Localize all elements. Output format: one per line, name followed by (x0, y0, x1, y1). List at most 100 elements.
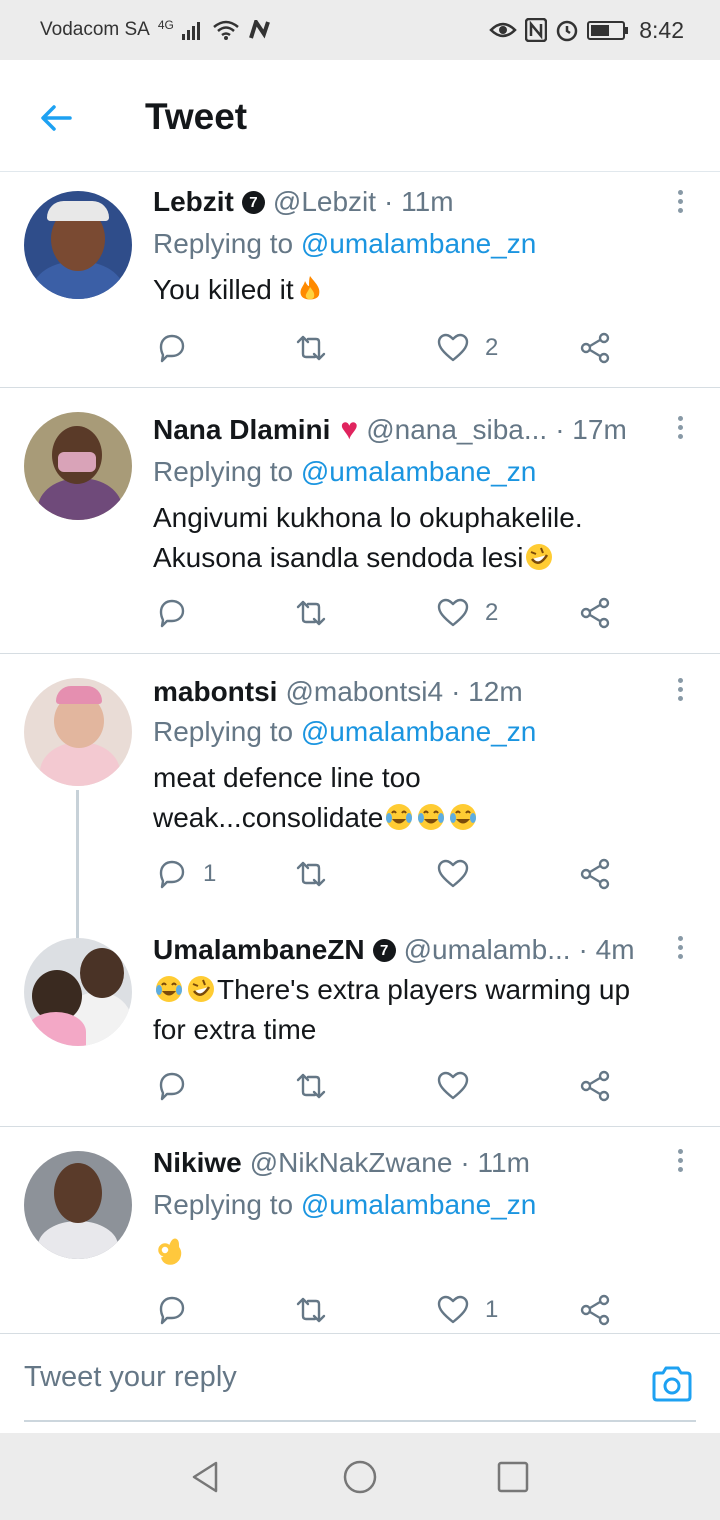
more-options-icon[interactable] (676, 190, 684, 220)
tweet-text-line: There's extra players warming up (217, 974, 631, 1005)
tweet-umalambanezn[interactable]: UmalambaneZN 7 @umalamb... · 4m There's … (0, 924, 720, 1126)
reply-button[interactable] (153, 1290, 203, 1330)
avatar[interactable] (24, 938, 132, 1046)
tweet-text (153, 1231, 693, 1271)
display-name[interactable]: Lebzit (153, 186, 234, 218)
retweet-button[interactable] (293, 1290, 329, 1330)
camera-icon[interactable] (650, 1364, 694, 1404)
heart-icon (437, 333, 469, 362)
tweet-nikiwe[interactable]: Nikiwe @NikNakZwane · 11m Replying to @u… (0, 1127, 720, 1333)
user-handle[interactable]: @NikNakZwane (250, 1147, 453, 1179)
share-button[interactable] (577, 854, 613, 894)
tweet-text-line: Akusona isandla sendoda lesi (153, 542, 524, 573)
retweet-button[interactable] (293, 328, 329, 368)
reply-icon (159, 1072, 185, 1101)
replying-to: Replying to @umalambane_zn (153, 228, 536, 260)
like-button[interactable] (435, 854, 485, 894)
tweet-time: · 4m (578, 934, 635, 965)
avatar[interactable] (24, 191, 132, 299)
replying-label: Replying to (153, 228, 294, 259)
like-button[interactable]: 1 (435, 1290, 498, 1330)
share-icon (580, 332, 610, 364)
display-name[interactable]: Nikiwe (153, 1147, 242, 1179)
eye-icon (489, 22, 518, 38)
reply-icon (159, 599, 185, 628)
rolling-on-floor-laughing-emoji-icon (188, 976, 214, 1002)
reply-button[interactable] (153, 328, 203, 368)
reply-placeholder: Tweet your reply (24, 1360, 237, 1393)
retweet-icon (296, 1297, 326, 1323)
display-name[interactable]: mabontsi (153, 676, 277, 708)
reply-count: 1 (203, 860, 217, 887)
user-handle[interactable]: @mabontsi4 (285, 676, 443, 708)
display-name[interactable]: UmalambaneZN (153, 934, 365, 966)
user-handle[interactable]: @nana_siba... (366, 414, 547, 446)
replying-label: Replying to (153, 1189, 294, 1220)
replying-label: Replying to (153, 716, 294, 747)
avatar[interactable] (24, 412, 132, 520)
tweet-header: Lebzit 7 @Lebzit · 11m (153, 186, 454, 218)
circle-home-icon[interactable] (342, 1459, 378, 1495)
tweet-lebzit[interactable]: Lebzit 7 @Lebzit · 11m Replying to @umal… (0, 172, 720, 387)
reply-icon (159, 860, 185, 889)
tweet-text-line: meat defence line too (153, 762, 421, 793)
retweet-button[interactable] (293, 1066, 329, 1106)
tears-of-joy-emoji-icon (418, 804, 445, 830)
tweet-actions: 1 (153, 1290, 623, 1330)
like-button[interactable] (435, 1066, 485, 1106)
display-name[interactable]: Nana Dlamini (153, 414, 330, 446)
share-button[interactable] (577, 593, 613, 633)
mention-link[interactable]: @umalambane_zn (301, 716, 536, 747)
verified-badge-icon: 7 (241, 190, 265, 214)
battery-icon (587, 20, 629, 40)
heart-icon (437, 598, 469, 627)
mention-link[interactable]: @umalambane_zn (301, 1189, 536, 1220)
reply-button[interactable]: 1 (153, 854, 216, 894)
replying-label: Replying to (153, 456, 294, 487)
arrow-left-icon[interactable] (36, 98, 76, 138)
network-type: 4G (157, 18, 174, 32)
share-button[interactable] (577, 1290, 613, 1330)
mention-link[interactable]: @umalambane_zn (301, 228, 536, 259)
reply-input[interactable]: Tweet your reply (24, 1334, 696, 1422)
square-recents-icon[interactable] (495, 1459, 531, 1495)
heart-icon (437, 859, 469, 888)
more-options-icon[interactable] (676, 1149, 684, 1179)
avatar[interactable] (24, 1151, 132, 1259)
share-icon (580, 1294, 610, 1326)
replying-to: Replying to @umalambane_zn (153, 1189, 536, 1221)
retweet-icon (296, 861, 326, 887)
more-options-icon[interactable] (676, 936, 684, 966)
tweet-mabontsi[interactable]: mabontsi @mabontsi4 · 12m Replying to @u… (0, 654, 720, 938)
reply-button[interactable] (153, 593, 203, 633)
retweet-button[interactable] (293, 593, 329, 633)
nfc-icon (525, 18, 548, 42)
triangle-back-icon[interactable] (188, 1459, 224, 1495)
red-heart-emoji-icon: ♥ (340, 413, 359, 446)
tweet-text: meat defence line too weak...consolidate (153, 758, 693, 838)
tweet-actions: 2 (153, 593, 623, 633)
share-button[interactable] (577, 1066, 613, 1106)
share-icon (580, 1070, 610, 1102)
tweet-header: Nana Dlamini ♥ @nana_siba... · 17m (153, 414, 627, 446)
like-button[interactable]: 2 (435, 328, 498, 368)
thread-connector (76, 790, 79, 938)
like-count: 2 (485, 599, 499, 626)
user-handle[interactable]: @umalamb... (404, 934, 571, 966)
tweet-nana-dlamini[interactable]: Nana Dlamini ♥ @nana_siba... · 17m Reply… (0, 388, 720, 653)
more-options-icon[interactable] (676, 416, 684, 446)
reply-button[interactable] (153, 1066, 203, 1106)
tweet-text: Angivumi kukhona lo okuphakelile. Akuson… (153, 498, 693, 578)
mention-link[interactable]: @umalambane_zn (301, 456, 536, 487)
retweet-button[interactable] (293, 854, 329, 894)
avatar[interactable] (24, 678, 132, 786)
user-handle[interactable]: @Lebzit (273, 186, 376, 218)
like-count: 1 (485, 1296, 499, 1323)
reply-icon (159, 1296, 185, 1325)
tweet-time: · 12m (451, 676, 523, 707)
tweet-time: · 11m (384, 186, 454, 217)
share-button[interactable] (577, 328, 613, 368)
status-bar: Vodacom SA 4G 8:42 (0, 0, 720, 60)
more-options-icon[interactable] (676, 678, 684, 708)
like-button[interactable]: 2 (435, 593, 498, 633)
